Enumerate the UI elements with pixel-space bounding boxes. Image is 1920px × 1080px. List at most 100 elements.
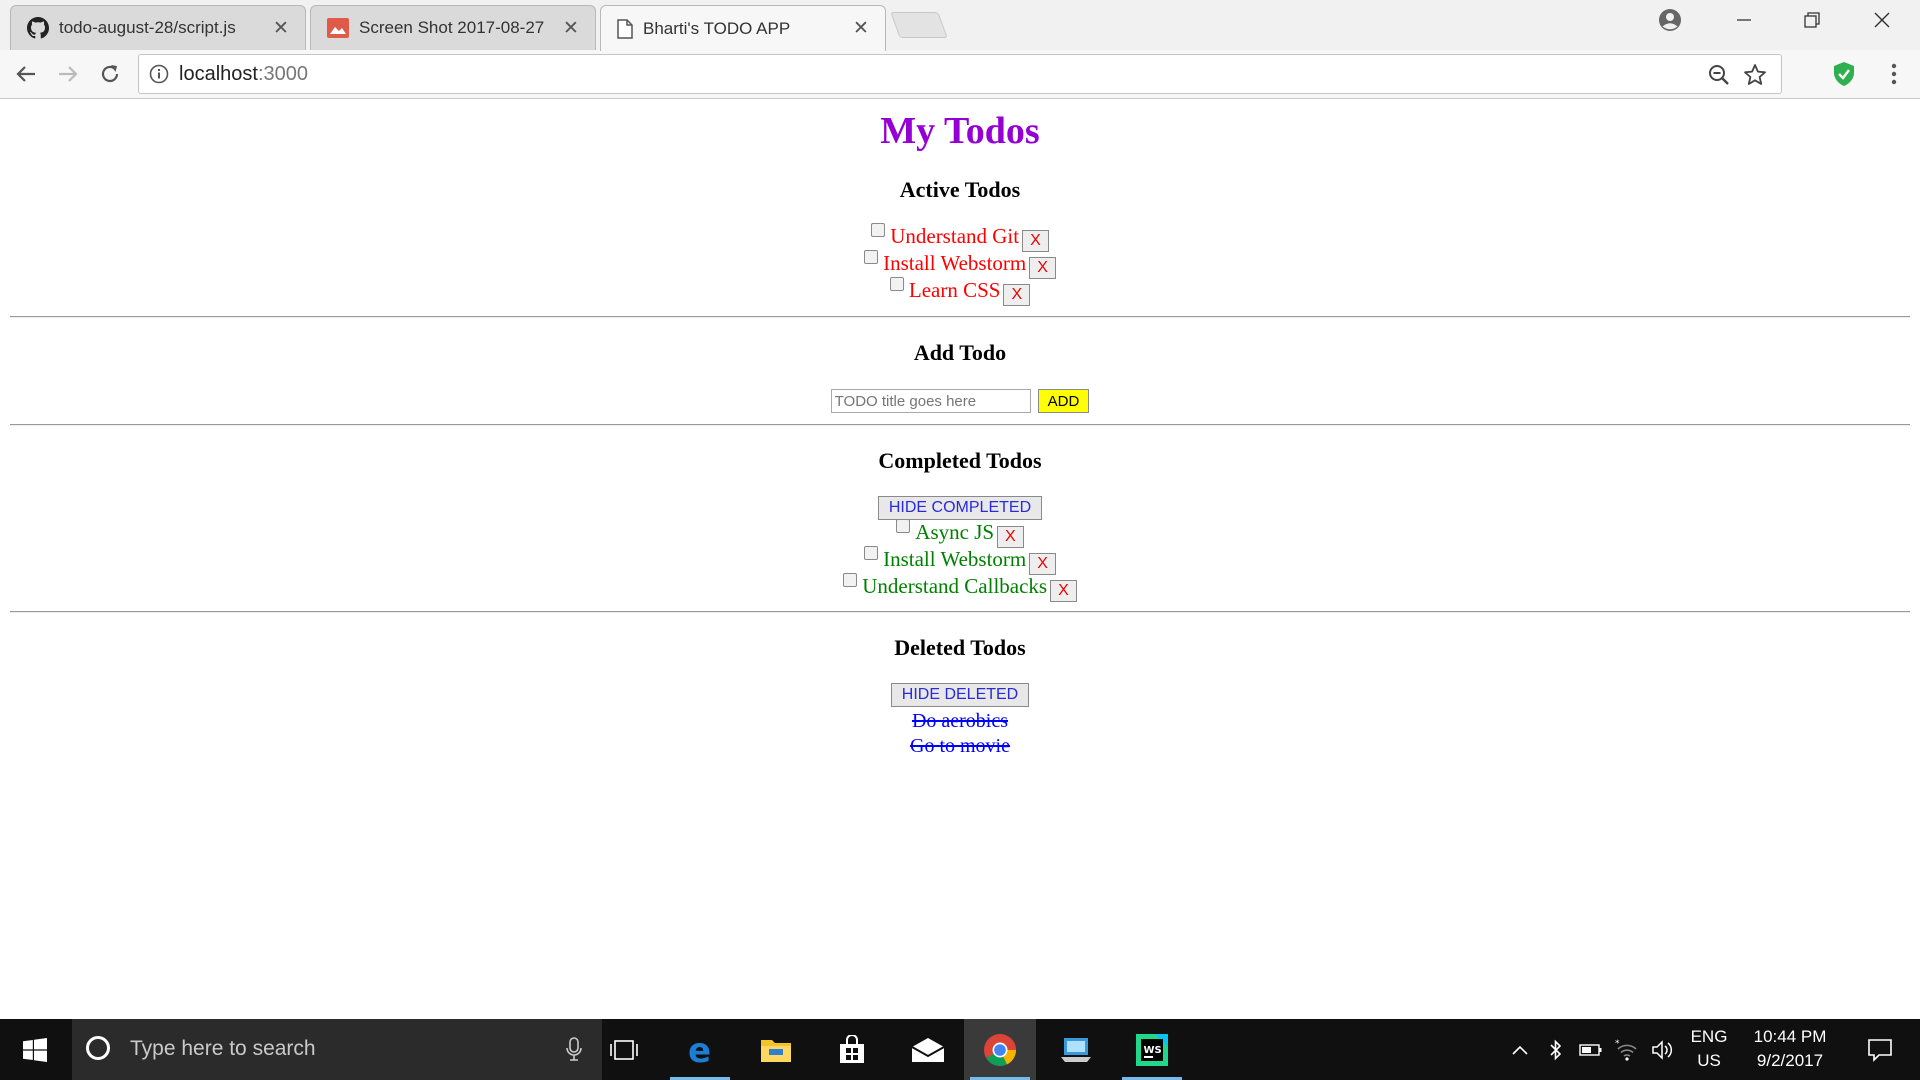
close-window-button[interactable]: [1854, 0, 1910, 40]
page-content: My Todos Active Todos Understand Git X In…: [0, 99, 1920, 1019]
edge-icon[interactable]: e: [664, 1019, 736, 1080]
delete-todo-button[interactable]: X: [1029, 553, 1056, 575]
task-view-icon[interactable]: [588, 1019, 660, 1080]
shield-icon: [1834, 62, 1854, 86]
close-icon[interactable]: ✕: [271, 17, 291, 40]
mail-icon[interactable]: [892, 1019, 964, 1080]
tab-github-script[interactable]: todo-august-28/script.js ✕: [10, 5, 306, 50]
battery-icon[interactable]: [1578, 1019, 1604, 1080]
reload-icon: [101, 65, 119, 83]
deleted-todo-item: Do aerobics: [0, 708, 1920, 733]
store-icon[interactable]: [816, 1019, 888, 1080]
todo-label: Learn CSS: [908, 278, 1001, 302]
add-button[interactable]: ADD: [1037, 389, 1090, 413]
divider: [10, 316, 1910, 318]
taskbar: Type here to search e WS * ENG US 10:44 …: [0, 1019, 1920, 1080]
hide-completed-button[interactable]: HIDE COMPLETED: [877, 496, 1043, 520]
todo-checkbox[interactable]: [843, 573, 858, 587]
todo-label: Install Webstorm: [883, 251, 1027, 275]
back-button[interactable]: [8, 56, 44, 92]
add-todo-form: ADD: [0, 389, 1920, 413]
todo-label: Do aerobics: [911, 710, 1009, 732]
tab-title: Screen Shot 2017-08-27: [359, 18, 545, 37]
menu-button[interactable]: [1876, 56, 1912, 92]
zoom-icon[interactable]: [1707, 63, 1731, 87]
clock-time: 10:44 PM: [1753, 1027, 1827, 1046]
language-code: ENG: [1690, 1027, 1728, 1046]
delete-todo-button[interactable]: X: [1022, 230, 1049, 252]
close-icon[interactable]: ✕: [851, 17, 871, 40]
input-language-indicator[interactable]: ENG US: [1682, 1025, 1736, 1073]
chrome-icon[interactable]: [964, 1019, 1036, 1080]
todo-checkbox[interactable]: [871, 223, 886, 237]
completed-todo-item: Understand Callbacks X: [0, 573, 1920, 602]
forward-button[interactable]: [50, 56, 86, 92]
webstorm-icon[interactable]: WS: [1116, 1019, 1188, 1080]
completed-todo-item: Async JS X: [0, 519, 1920, 548]
desktop-app-icon[interactable]: [1040, 1019, 1112, 1080]
url-host: localhost: [179, 63, 258, 85]
restore-button[interactable]: [1784, 0, 1840, 40]
hide-deleted-button[interactable]: HIDE DELETED: [890, 683, 1030, 707]
url-text: localhost:3000: [179, 63, 308, 86]
tab-todo-app[interactable]: Bharti's TODO APP ✕: [600, 5, 886, 51]
todo-label: Install Webstorm: [883, 547, 1027, 571]
todo-checkbox[interactable]: [864, 250, 879, 264]
profile-icon[interactable]: [1642, 0, 1698, 40]
taskbar-search-box[interactable]: Type here to search: [72, 1019, 602, 1080]
address-bar[interactable]: localhost:3000: [138, 54, 1782, 94]
tab-title: Bharti's TODO APP: [643, 18, 791, 38]
cortana-icon: [86, 1036, 110, 1060]
region-code: US: [1697, 1051, 1721, 1070]
deleted-todos-heading: Deleted Todos: [894, 635, 1026, 660]
todo-label: Understand Git: [890, 224, 1020, 248]
search-placeholder: Type here to search: [130, 1037, 316, 1060]
forward-arrow-icon: [59, 66, 78, 82]
close-icon[interactable]: ✕: [561, 17, 581, 40]
todo-checkbox[interactable]: [889, 277, 904, 291]
windows-logo-icon: [23, 1037, 47, 1062]
show-hidden-icons-icon[interactable]: [1508, 1019, 1532, 1080]
delete-todo-button[interactable]: X: [1003, 284, 1031, 306]
active-todo-item: Install Webstorm X: [0, 250, 1920, 279]
browser-toolbar: localhost:3000: [0, 50, 1920, 99]
clock-date: 9/2/2017: [1756, 1051, 1824, 1070]
microphone-icon[interactable]: [566, 1037, 582, 1061]
shield-extension-button[interactable]: [1826, 56, 1862, 92]
divider: [10, 611, 1910, 613]
github-icon: [27, 17, 49, 39]
active-todos-heading: Active Todos: [899, 177, 1021, 202]
volume-icon[interactable]: [1650, 1019, 1676, 1080]
add-todo-heading: Add Todo: [913, 340, 1007, 365]
svg-text:WS: WS: [1144, 1045, 1162, 1056]
new-tab-button[interactable]: [890, 12, 948, 38]
star-icon[interactable]: [1743, 63, 1767, 87]
clock[interactable]: 10:44 PM 9/2/2017: [1742, 1025, 1838, 1073]
reload-button[interactable]: [92, 56, 128, 92]
svg-text:*: *: [1615, 1039, 1620, 1049]
delete-todo-button[interactable]: X: [1029, 257, 1056, 279]
todo-label: Go to movie: [910, 735, 1010, 757]
action-center-icon[interactable]: [1850, 1019, 1910, 1080]
todo-label: Async JS: [915, 520, 995, 544]
start-button[interactable]: [0, 1019, 70, 1080]
back-arrow-icon: [16, 66, 35, 82]
delete-todo-button[interactable]: X: [997, 526, 1024, 548]
page-title: My Todos: [880, 110, 1040, 152]
info-icon: [149, 64, 169, 84]
active-todo-item: Understand Git X: [0, 223, 1920, 252]
todo-label: Understand Callbacks: [862, 574, 1048, 598]
bluetooth-icon[interactable]: [1544, 1019, 1568, 1080]
tab-title: todo-august-28/script.js: [59, 18, 236, 37]
todo-checkbox[interactable]: [896, 519, 911, 533]
todo-checkbox[interactable]: [864, 546, 879, 560]
wifi-icon[interactable]: *: [1614, 1019, 1640, 1080]
file-explorer-icon[interactable]: [740, 1019, 812, 1080]
page-icon: [617, 18, 633, 39]
deleted-todo-item: Go to movie: [0, 733, 1920, 758]
svg-text:e: e: [688, 1034, 711, 1066]
todo-title-input[interactable]: [830, 389, 1031, 413]
tab-screenshot[interactable]: Screen Shot 2017-08-27 ✕: [310, 5, 596, 50]
minimize-button[interactable]: [1716, 0, 1772, 40]
delete-todo-button[interactable]: X: [1050, 580, 1077, 602]
